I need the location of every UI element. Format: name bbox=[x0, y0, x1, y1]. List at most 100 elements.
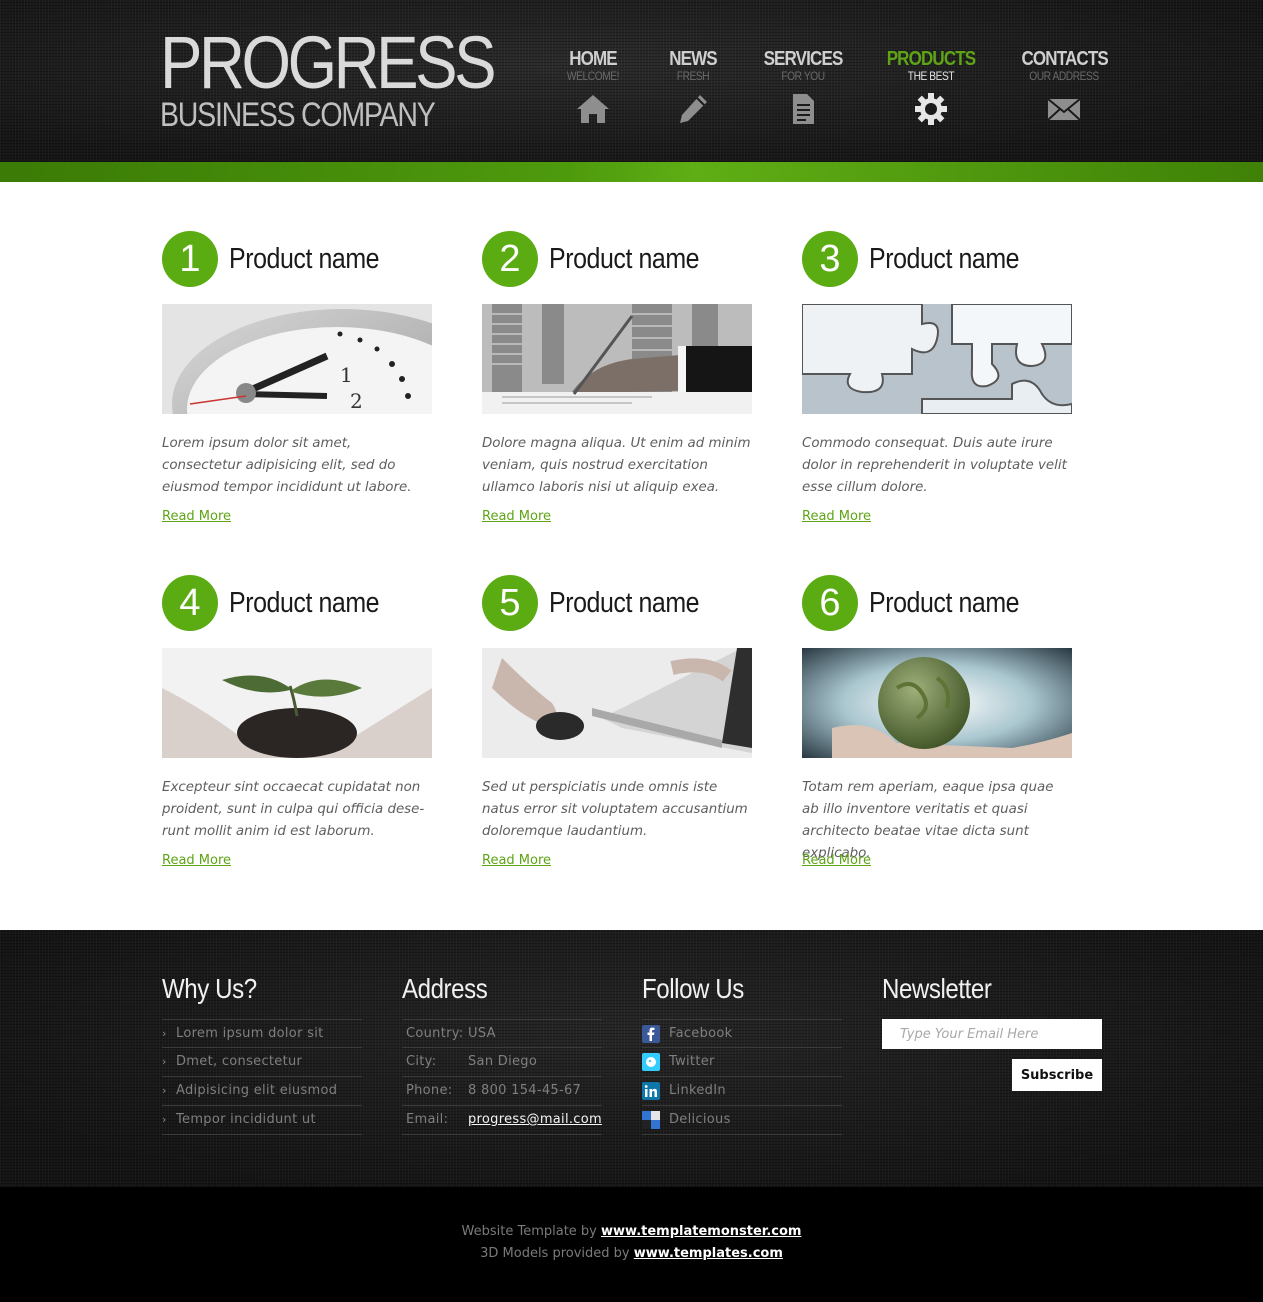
product-number-badge: 4 bbox=[162, 575, 218, 631]
home-icon bbox=[577, 95, 609, 123]
credits-bar: Website Template by www.templatemonster.… bbox=[0, 1187, 1263, 1302]
linkedin-icon bbox=[642, 1082, 660, 1100]
social-link-facebook[interactable]: Facebook bbox=[642, 1019, 842, 1048]
product-number-badge: 3 bbox=[802, 231, 858, 287]
product-description: Lorem ipsum dolor sit amet, consectetur … bbox=[162, 436, 412, 495]
footer: Why Us? › Lorem ipsum dolor sit › Dmet, … bbox=[0, 930, 1263, 1187]
nav-item-products[interactable]: PRODUCTS THE BEST bbox=[878, 48, 984, 126]
credits-text: Website Template by bbox=[461, 1224, 601, 1239]
address-value: 8 800 154-45-67 bbox=[468, 1083, 582, 1098]
product-header: 4 Product name bbox=[162, 575, 434, 633]
puzzle-image[interactable] bbox=[802, 304, 1072, 414]
product-description: Excepteur sint occaecat cupidatat non pr… bbox=[162, 780, 425, 839]
read-more-link[interactable]: Read More bbox=[162, 853, 231, 868]
globe-in-hands-image[interactable] bbox=[802, 648, 1072, 758]
nav-item-services[interactable]: SERVICES FOR YOU bbox=[753, 48, 853, 126]
email-link[interactable]: progress@mail.com bbox=[468, 1106, 602, 1134]
globe-in-hands-image-graphic bbox=[802, 648, 1072, 758]
svg-text:1: 1 bbox=[340, 363, 353, 387]
clock-image[interactable]: 1 2 bbox=[162, 304, 432, 414]
address-label: Email: bbox=[406, 1112, 449, 1127]
list-item-label[interactable]: Tempor incididunt ut bbox=[176, 1106, 316, 1134]
product-card: 3 Product name Commodo consequat. Duis a… bbox=[802, 231, 1074, 524]
list-item[interactable]: › Adipisicing elit eiusmod bbox=[162, 1077, 362, 1106]
document-icon bbox=[793, 94, 814, 124]
templatemonster-link[interactable]: www.templatemonster.com bbox=[601, 1224, 801, 1239]
nav-title: SERVICES bbox=[763, 48, 844, 70]
plant-in-hands-image-graphic bbox=[162, 648, 432, 758]
section-title: Why Us? bbox=[162, 973, 257, 1004]
social-label[interactable]: Twitter bbox=[669, 1048, 715, 1076]
laptop-mouse-image[interactable] bbox=[482, 648, 752, 758]
list-item-label[interactable]: Dmet, consectetur bbox=[176, 1048, 302, 1076]
product-title[interactable]: Product name bbox=[869, 587, 1020, 619]
product-title[interactable]: Product name bbox=[549, 243, 700, 275]
credits-text: 3D Models provided by bbox=[480, 1246, 634, 1261]
address-section: Address Country: USA City: San Diego Pho… bbox=[402, 972, 602, 1135]
list-item[interactable]: › Lorem ipsum dolor sit bbox=[162, 1019, 362, 1048]
read-more-link[interactable]: Read More bbox=[482, 853, 551, 868]
list-item-label[interactable]: Lorem ipsum dolor sit bbox=[176, 1020, 324, 1048]
product-description: Commodo consequat. Duis aute irure dolor… bbox=[802, 436, 1067, 495]
list-item[interactable]: › Tempor incididunt ut bbox=[162, 1106, 362, 1135]
product-description: Totam rem aperiam, eaque ipsa quae ab il… bbox=[802, 780, 1054, 861]
product-title[interactable]: Product name bbox=[229, 587, 380, 619]
gear-icon bbox=[915, 93, 947, 125]
envelope-icon bbox=[1047, 98, 1081, 121]
social-link-linkedin[interactable]: LinkedIn bbox=[642, 1077, 842, 1106]
facebook-icon bbox=[642, 1025, 660, 1043]
address-row: City: San Diego bbox=[402, 1048, 602, 1077]
nav-subtitle: FRESH bbox=[676, 69, 710, 83]
social-label[interactable]: LinkedIn bbox=[669, 1077, 726, 1105]
nav-subtitle: WELCOME! bbox=[566, 69, 620, 83]
read-more-link[interactable]: Read More bbox=[482, 509, 551, 524]
product-title[interactable]: Product name bbox=[229, 243, 380, 275]
section-title: Address bbox=[402, 973, 488, 1004]
section-title: Follow Us bbox=[642, 973, 744, 1004]
newsletter-email-input[interactable] bbox=[882, 1019, 1102, 1049]
nav-title: CONTACTS bbox=[1021, 48, 1109, 70]
credits-line-1: Website Template by www.templatemonster.… bbox=[0, 1224, 1263, 1239]
read-more-link[interactable]: Read More bbox=[802, 509, 871, 524]
nav-item-news[interactable]: NEWS FRESH bbox=[648, 48, 738, 126]
address-value: San Diego bbox=[468, 1054, 538, 1069]
pencil-icon bbox=[680, 95, 707, 123]
read-more-link[interactable]: Read More bbox=[162, 509, 231, 524]
templates-link[interactable]: www.templates.com bbox=[634, 1246, 783, 1261]
twitter-icon bbox=[642, 1053, 660, 1071]
social-label[interactable]: Facebook bbox=[669, 1020, 732, 1048]
product-title[interactable]: Product name bbox=[869, 243, 1020, 275]
social-link-twitter[interactable]: Twitter bbox=[642, 1048, 842, 1077]
nav-subtitle: THE BEST bbox=[907, 69, 955, 83]
nav-title: PRODUCTS bbox=[886, 48, 976, 70]
product-description: Sed ut perspiciatis unde omnis iste natu… bbox=[482, 780, 748, 839]
header: PROGRESS BUSINESS COMPANY HOME WELCOME! … bbox=[0, 0, 1263, 162]
address-label: Country: bbox=[406, 1026, 464, 1041]
nav-subtitle: OUR ADDRESS bbox=[1029, 69, 1099, 83]
product-title[interactable]: Product name bbox=[549, 587, 700, 619]
logo-title: PROGRESS bbox=[160, 21, 497, 104]
product-number-badge: 5 bbox=[482, 575, 538, 631]
nav-item-home[interactable]: HOME WELCOME! bbox=[548, 48, 638, 126]
nav-subtitle: FOR YOU bbox=[781, 69, 825, 83]
why-us-section: Why Us? › Lorem ipsum dolor sit › Dmet, … bbox=[162, 972, 362, 1135]
social-label[interactable]: Delicious bbox=[669, 1106, 731, 1134]
chevron-right-icon: › bbox=[162, 1055, 167, 1068]
nav-item-contacts[interactable]: CONTACTS OUR ADDRESS bbox=[1014, 48, 1114, 126]
logo[interactable]: PROGRESS BUSINESS COMPANY bbox=[160, 21, 547, 133]
plant-in-hands-image[interactable] bbox=[162, 648, 432, 758]
address-label: Phone: bbox=[406, 1083, 453, 1098]
main-nav: HOME WELCOME! NEWS FRESH SERVICES FOR YO… bbox=[548, 48, 1118, 138]
social-link-delicious[interactable]: Delicious bbox=[642, 1106, 842, 1135]
product-card: 5 Product name Sed ut perspiciatis unde … bbox=[482, 575, 754, 868]
subscribe-button[interactable]: Subscribe bbox=[1012, 1059, 1102, 1091]
hand-writing-image[interactable] bbox=[482, 304, 752, 414]
product-header: 3 Product name bbox=[802, 231, 1074, 289]
nav-title: NEWS bbox=[669, 48, 717, 70]
read-more-link[interactable]: Read More bbox=[802, 853, 871, 868]
chevron-right-icon: › bbox=[162, 1084, 167, 1097]
list-item-label[interactable]: Adipisicing elit eiusmod bbox=[176, 1077, 337, 1105]
product-card: 4 Product name Excepteur sint occaecat c… bbox=[162, 575, 434, 868]
chevron-right-icon: › bbox=[162, 1027, 167, 1040]
list-item[interactable]: › Dmet, consectetur bbox=[162, 1048, 362, 1077]
